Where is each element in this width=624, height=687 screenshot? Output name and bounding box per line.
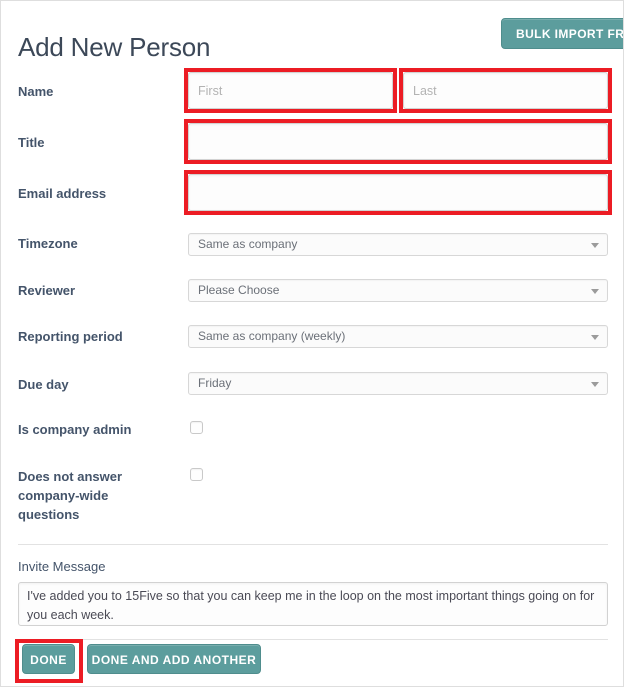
invite-message-label: Invite Message bbox=[18, 559, 106, 574]
section-divider bbox=[18, 544, 608, 545]
bulk-import-button[interactable]: BULK IMPORT FRO bbox=[501, 18, 623, 49]
chevron-down-icon bbox=[591, 335, 599, 340]
chevron-down-icon bbox=[591, 382, 599, 387]
timezone-select[interactable]: Same as company bbox=[188, 233, 608, 256]
first-name-input[interactable] bbox=[188, 72, 393, 109]
done-and-add-another-button[interactable]: DONE AND ADD ANOTHER bbox=[87, 644, 261, 674]
add-new-person-page: BULK IMPORT FRO Add New Person Name Titl… bbox=[0, 0, 624, 687]
footer-divider bbox=[18, 639, 608, 640]
reviewer-value: Please Choose bbox=[198, 283, 280, 297]
is-company-admin-checkbox[interactable] bbox=[190, 421, 203, 434]
name-label: Name bbox=[18, 84, 54, 99]
chevron-down-icon bbox=[591, 289, 599, 294]
title-input[interactable] bbox=[188, 123, 608, 160]
reporting-period-select[interactable]: Same as company (weekly) bbox=[188, 325, 608, 348]
page-title: Add New Person bbox=[18, 32, 211, 62]
timezone-value: Same as company bbox=[198, 237, 298, 251]
email-label: Email address bbox=[18, 186, 107, 201]
reviewer-select[interactable]: Please Choose bbox=[188, 279, 608, 302]
due-day-select[interactable]: Friday bbox=[188, 372, 608, 395]
reviewer-label: Reviewer bbox=[18, 283, 76, 298]
due-day-label: Due day bbox=[18, 377, 69, 392]
email-input[interactable] bbox=[188, 174, 608, 211]
is-company-admin-label: Is company admin bbox=[18, 422, 132, 437]
due-day-value: Friday bbox=[198, 376, 232, 390]
reporting-period-value: Same as company (weekly) bbox=[198, 329, 346, 343]
title-label: Title bbox=[18, 135, 45, 150]
chevron-down-icon bbox=[591, 243, 599, 248]
last-name-input[interactable] bbox=[403, 72, 608, 109]
does-not-answer-checkbox[interactable] bbox=[190, 468, 203, 481]
reporting-period-label: Reporting period bbox=[18, 329, 123, 344]
invite-message-textarea[interactable] bbox=[18, 582, 608, 626]
does-not-answer-label: Does not answer company-wide questions bbox=[18, 469, 123, 522]
done-button[interactable]: DONE bbox=[22, 644, 75, 674]
timezone-label: Timezone bbox=[18, 236, 78, 251]
